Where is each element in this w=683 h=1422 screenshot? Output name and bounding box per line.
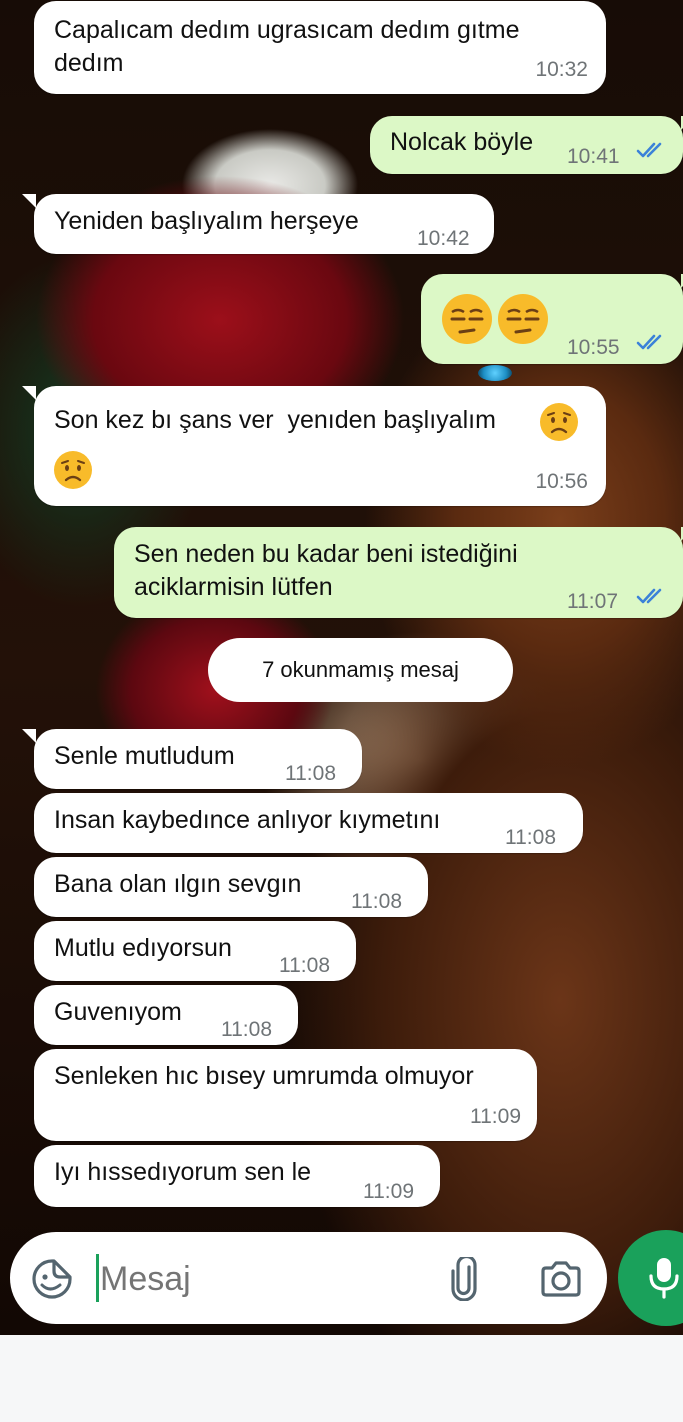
message-time: 11:08 — [351, 890, 402, 913]
message-text: Insan kaybedınce anlıyor kıymetını — [54, 806, 441, 834]
attachment-icon[interactable] — [447, 1257, 481, 1301]
emoji-worried-face — [539, 402, 579, 442]
message-time: 10:56 — [535, 470, 588, 493]
sticker-icon[interactable] — [30, 1257, 74, 1301]
emoji-unamused-face — [440, 292, 494, 346]
message-bubble-incoming[interactable]: Yeniden başlıyalım herşeye 10:42 — [22, 194, 494, 254]
message-bubble-outgoing[interactable]: 10:55 — [421, 274, 683, 364]
message-text: Capalıcam dedım ugrasıcam dedım gıtme de… — [54, 16, 520, 77]
message-text: Nolcak böyle — [390, 128, 534, 156]
message-text: Bana olan ılgın sevgın — [54, 870, 302, 898]
message-bubble-incoming[interactable]: Bana olan ılgın sevgın 11:08 — [34, 857, 428, 917]
unread-messages-banner: 7 okunmamış mesaj — [208, 638, 513, 702]
message-text: Guvenıyom — [54, 998, 182, 1026]
wallpaper-lion-eye — [478, 365, 512, 381]
message-text: Yeniden başlıyalım herşeye — [54, 207, 359, 235]
emoji-unamused-face — [496, 292, 550, 346]
message-text: Iyı hıssedıyorum sen le — [54, 1158, 312, 1186]
message-bubble-incoming[interactable]: Senle mutludum 11:08 — [22, 729, 362, 789]
message-bubble-incoming[interactable]: Senleken hıc bısey umrumda olmuyor 11:09 — [34, 1049, 537, 1141]
message-bubble-incoming[interactable]: Mutlu edıyorsun 11:08 — [34, 921, 356, 981]
emoji-worried-face — [53, 450, 93, 490]
message-time: 10:55 — [567, 336, 620, 359]
message-time: 11:08 — [505, 826, 556, 849]
message-time: 10:41 — [567, 145, 620, 168]
message-composer — [10, 1232, 607, 1324]
message-time: 11:09 — [470, 1105, 521, 1128]
message-text: Sen neden bu kadar beni istediğini acikl… — [134, 540, 518, 601]
message-text: Son kez bı şans ver yenıden başlıyalım — [54, 406, 496, 434]
read-receipt-icon — [636, 142, 662, 158]
message-time: 10:42 — [417, 227, 470, 250]
message-bubble-outgoing[interactable]: Sen neden bu kadar beni istediğini acikl… — [114, 527, 683, 618]
message-time: 11:07 — [567, 590, 618, 613]
message-bubble-outgoing[interactable]: Nolcak böyle 10:41 — [370, 116, 683, 174]
message-time: 11:08 — [221, 1018, 272, 1041]
message-time: 11:08 — [285, 762, 336, 785]
message-time: 11:08 — [279, 954, 330, 977]
message-text: Mutlu edıyorsun — [54, 934, 232, 962]
message-bubble-incoming[interactable]: Capalıcam dedım ugrasıcam dedım gıtme de… — [34, 1, 606, 94]
read-receipt-icon — [636, 334, 662, 350]
message-bubble-incoming[interactable]: Son kez bı şans ver yenıden başlıyalım 1… — [22, 386, 606, 506]
camera-icon[interactable] — [539, 1259, 583, 1299]
message-time: 11:09 — [363, 1180, 414, 1203]
microphone-icon — [649, 1258, 679, 1299]
message-input[interactable] — [98, 1250, 432, 1308]
message-text: Senle mutludum — [54, 742, 235, 770]
message-bubble-incoming[interactable]: Guvenıyom 11:08 — [34, 985, 298, 1045]
message-bubble-incoming[interactable]: Iyı hıssedıyorum sen le 11:09 — [34, 1145, 440, 1207]
message-time: 10:32 — [535, 58, 588, 81]
keyboard-area-placeholder — [0, 1335, 683, 1422]
message-text: Senleken hıc bısey umrumda olmuyor — [54, 1062, 474, 1090]
read-receipt-icon — [636, 588, 662, 604]
message-bubble-incoming[interactable]: Insan kaybedınce anlıyor kıymetını 11:08 — [34, 793, 583, 853]
